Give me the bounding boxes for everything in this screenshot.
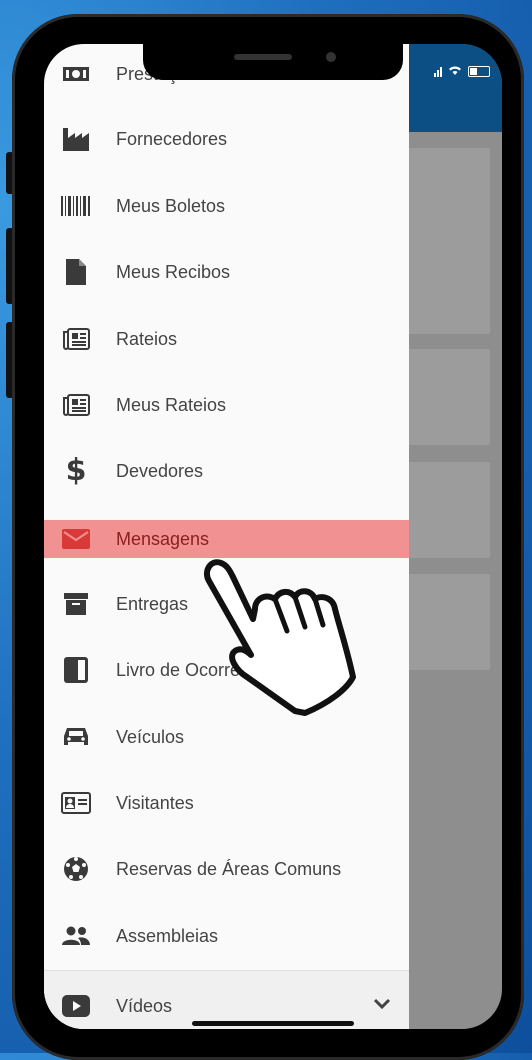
app-screen: Prestações de Contas Fornecedores Meus B… (44, 44, 502, 1029)
car-icon (61, 722, 91, 752)
money-bill-icon (61, 59, 91, 89)
document-icon (61, 257, 91, 287)
menu-item-videos[interactable]: Vídeos (44, 987, 409, 1025)
id-card-icon (61, 788, 91, 818)
soccer-ball-icon (61, 854, 91, 884)
people-icon (61, 921, 91, 951)
menu-item-meus-recibos[interactable]: Meus Recibos (44, 253, 409, 291)
youtube-icon (61, 991, 91, 1021)
menu-item-visitantes[interactable]: Visitantes (44, 784, 409, 822)
menu-item-fornecedores[interactable]: Fornecedores (44, 120, 409, 158)
chevron-down-icon[interactable] (372, 997, 392, 1016)
battery-icon (468, 66, 490, 77)
phone-speaker (234, 54, 292, 60)
menu-label: Fornecedores (116, 128, 228, 149)
menu-label: Veículos (116, 726, 185, 747)
envelope-icon (61, 524, 91, 554)
front-camera (326, 52, 336, 62)
menu-item-devedores[interactable]: $ Devedores (44, 452, 409, 490)
navigation-drawer: Prestações de Contas Fornecedores Meus B… (44, 44, 409, 1029)
home-indicator[interactable] (192, 1021, 354, 1026)
tap-hand-icon (195, 553, 363, 728)
menu-item-assembleias[interactable]: Assembleias (44, 917, 409, 955)
menu-label: Rateios (116, 328, 178, 349)
menu-label: Meus Recibos (116, 261, 231, 282)
archive-box-icon (61, 589, 91, 619)
menu-label: Devedores (116, 460, 204, 481)
menu-item-reservas[interactable]: Reservas de Áreas Comuns (44, 850, 409, 888)
menu-label: Reservas de Áreas Comuns (116, 858, 342, 879)
menu-label: Assembleias (116, 925, 219, 946)
menu-item-meus-rateios[interactable]: Meus Rateios (44, 386, 409, 424)
newspaper-icon (61, 324, 91, 354)
menu-label: Meus Boletos (116, 195, 226, 216)
book-icon (61, 655, 91, 685)
status-bar (434, 64, 490, 79)
factory-icon (61, 124, 91, 154)
signal-icon (434, 66, 442, 77)
menu-label: Vídeos (116, 995, 173, 1016)
barcode-icon (61, 191, 91, 221)
newspaper-icon (61, 390, 91, 420)
menu-label: Mensagens (116, 528, 210, 549)
menu-label: Visitantes (116, 792, 194, 813)
menu-label: Meus Rateios (116, 394, 227, 415)
dollar-icon: $ (65, 453, 87, 488)
wifi-icon (448, 64, 462, 79)
menu-label: Entregas (116, 593, 189, 614)
menu-item-meus-boletos[interactable]: Meus Boletos (44, 187, 409, 225)
phone-notch (143, 44, 403, 80)
menu-item-rateios[interactable]: Rateios (44, 320, 409, 358)
